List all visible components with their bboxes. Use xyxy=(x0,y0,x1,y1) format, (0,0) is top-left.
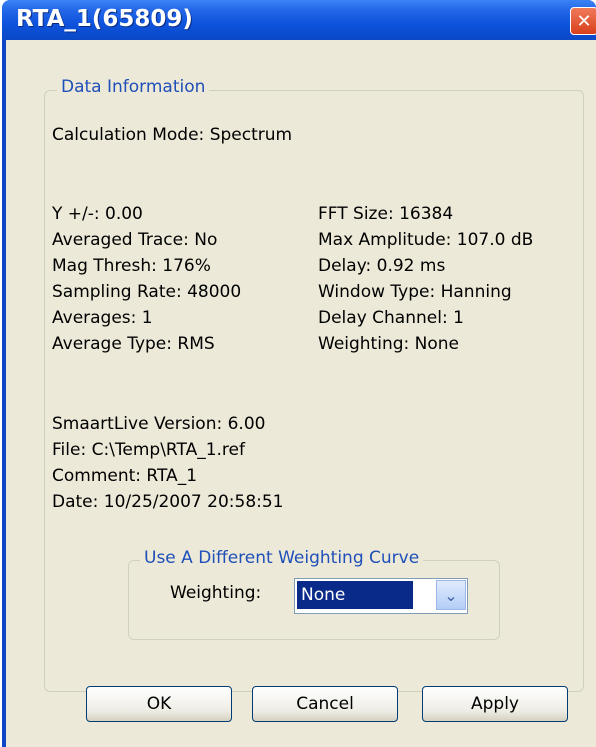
info-left-4: Averages: 1 xyxy=(52,308,153,328)
info-right-0: FFT Size: 16384 xyxy=(318,204,454,224)
date-text: Date: 10/25/2007 20:58:51 xyxy=(52,492,284,512)
info-right-1: Max Amplitude: 107.0 dB xyxy=(318,230,534,250)
title-bar[interactable]: RTA_1(65809) ✕ xyxy=(2,0,596,40)
chevron-down-icon[interactable]: ⌄ xyxy=(436,580,466,610)
ok-button[interactable]: OK xyxy=(86,686,232,722)
info-right-3: Window Type: Hanning xyxy=(318,282,512,302)
weighting-curve-legend: Use A Different Weighting Curve xyxy=(140,548,424,568)
info-right-4: Delay Channel: 1 xyxy=(318,308,464,328)
cancel-button[interactable]: Cancel xyxy=(252,686,398,722)
info-left-1: Averaged Trace: No xyxy=(52,230,218,250)
weighting-select[interactable]: None ⌄ xyxy=(294,578,468,614)
info-left-0: Y +/-: 0.00 xyxy=(52,204,143,224)
calculation-mode-text: Calculation Mode: Spectrum xyxy=(52,125,293,145)
file-text: File: C:\Temp\RTA_1.ref xyxy=(52,440,245,460)
info-left-2: Mag Thresh: 176% xyxy=(52,256,211,276)
info-left-3: Sampling Rate: 48000 xyxy=(52,282,242,302)
info-right-2: Delay: 0.92 ms xyxy=(318,256,446,276)
info-right-5: Weighting: None xyxy=(318,334,459,354)
weighting-select-value: None xyxy=(297,581,413,609)
weighting-label: Weighting: xyxy=(170,583,262,603)
close-icon[interactable]: ✕ xyxy=(570,7,596,35)
version-text: SmaartLive Version: 6.00 xyxy=(52,414,266,434)
window-title: RTA_1(65809) xyxy=(16,6,193,32)
apply-button[interactable]: Apply xyxy=(422,686,568,722)
dialog-window: RTA_1(65809) ✕ Data Information Calculat… xyxy=(2,0,596,747)
data-information-legend: Data Information xyxy=(57,77,210,97)
info-left-5: Average Type: RMS xyxy=(52,334,215,354)
dialog-client-area: Data Information Calculation Mode: Spect… xyxy=(6,40,596,747)
comment-text: Comment: RTA_1 xyxy=(52,466,198,486)
